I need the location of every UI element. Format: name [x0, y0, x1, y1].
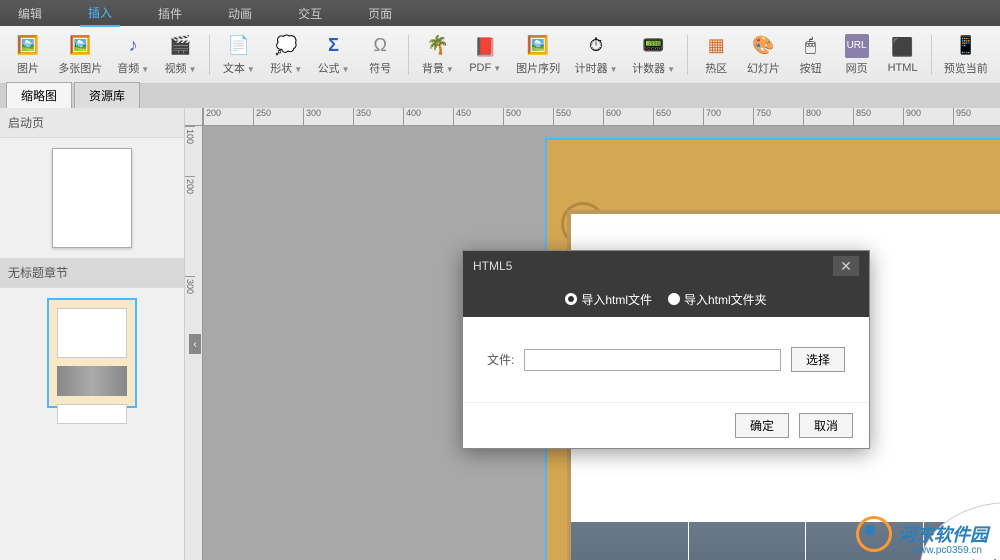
tool-timer[interactable]: ⏱计时器▼	[568, 30, 623, 80]
ruler-horizontal: 200250 300350 400450 500550 600650 70075…	[203, 108, 1000, 126]
menu-bar: 编辑 插入 插件 动画 交互 页面	[0, 0, 1000, 26]
tool-hotspot[interactable]: ▦热区	[694, 30, 738, 80]
tool-background[interactable]: 🌴背景▼	[415, 30, 460, 80]
tool-preview[interactable]: 📱预览当前	[938, 30, 994, 80]
tool-multi-image[interactable]: 🖼️多张图片	[52, 30, 108, 80]
tool-formula[interactable]: Σ公式▼	[311, 30, 356, 80]
menu-page[interactable]: 页面	[360, 1, 400, 26]
toolbar: 🖼️图片 🖼️多张图片 ♪音频▼ 🎬视频▼ 📄文本▼ 💭形状▼ Σ公式▼ Ω符号…	[0, 26, 1000, 84]
tool-pdf[interactable]: 📕PDF▼	[462, 32, 507, 78]
radio-icon	[565, 293, 577, 305]
multi-image-icon: 🖼️	[68, 34, 92, 58]
page-thumb-1[interactable]	[47, 298, 137, 408]
tool-slideshow[interactable]: 🎨幻灯片	[740, 30, 786, 80]
sidebar-section-start: 启动页	[0, 108, 184, 138]
browse-button[interactable]: 选择	[791, 347, 845, 372]
menu-edit[interactable]: 编辑	[10, 1, 50, 26]
preview-icon: 📱	[954, 34, 978, 58]
tab-thumbnails[interactable]: 缩略图	[6, 82, 72, 108]
button-icon: 🖱	[799, 34, 823, 58]
tool-html[interactable]: ⬛HTML	[881, 32, 925, 78]
start-page-thumb[interactable]	[52, 148, 132, 248]
counter-icon: 📟	[642, 34, 666, 58]
ruler-corner	[185, 108, 203, 126]
ok-button[interactable]: 确定	[735, 413, 789, 438]
tab-resources[interactable]: 资源库	[74, 82, 140, 108]
video-icon: 🎬	[169, 34, 193, 58]
tool-symbol[interactable]: Ω符号	[358, 30, 402, 80]
file-path-input[interactable]	[524, 349, 781, 371]
dialog-title-text: HTML5	[473, 259, 512, 273]
sidebar-tabs: 缩略图 资源库	[0, 84, 1000, 108]
slideshow-icon: 🎨	[751, 34, 775, 58]
image-seq-icon: 🖼️	[526, 34, 550, 58]
tool-shape[interactable]: 💭形状▼	[263, 30, 308, 80]
shape-icon: 💭	[274, 34, 298, 58]
radio-import-folder[interactable]: 导入html文件夹	[668, 291, 767, 308]
radio-icon	[668, 293, 680, 305]
file-label: 文件:	[487, 351, 514, 368]
tool-button[interactable]: 🖱按钮	[789, 30, 833, 80]
timer-icon: ⏱	[584, 34, 608, 58]
dialog-titlebar[interactable]: HTML5 ✕	[463, 251, 869, 281]
watermark: 河东软件园 www.pc0359.cn	[856, 516, 988, 552]
tool-video[interactable]: 🎬视频▼	[158, 30, 203, 80]
text-icon: 📄	[227, 34, 251, 58]
cancel-button[interactable]: 取消	[799, 413, 853, 438]
symbol-icon: Ω	[368, 34, 392, 58]
menu-interaction[interactable]: 交互	[290, 1, 330, 26]
formula-icon: Σ	[322, 34, 346, 58]
watermark-url: www.pc0359.cn	[912, 545, 982, 556]
sidebar: 启动页 无标题章节 1	[0, 108, 185, 560]
tool-audio[interactable]: ♪音频▼	[110, 30, 155, 80]
url-icon: URL	[845, 34, 869, 58]
tool-counter[interactable]: 📟计数器▼	[626, 30, 681, 80]
sidebar-section-untitled: 无标题章节	[0, 258, 184, 288]
tool-webpage[interactable]: URL网页	[835, 30, 879, 80]
close-button[interactable]: ✕	[833, 256, 859, 276]
dialog-radio-row: 导入html文件 导入html文件夹	[463, 281, 869, 317]
tool-text[interactable]: 📄文本▼	[216, 30, 261, 80]
html5-dialog: HTML5 ✕ 导入html文件 导入html文件夹 文件: 选择 确定 取消	[462, 250, 870, 449]
tool-image-sequence[interactable]: 🖼️图片序列	[510, 30, 566, 80]
watermark-logo-icon	[856, 516, 892, 552]
menu-insert[interactable]: 插入	[80, 0, 120, 27]
audio-icon: ♪	[121, 34, 145, 58]
scroll-left-button[interactable]: ‹	[189, 334, 201, 354]
menu-plugin[interactable]: 插件	[150, 1, 190, 26]
pdf-icon: 📕	[473, 36, 497, 60]
radio-import-file[interactable]: 导入html文件	[565, 291, 652, 308]
image-icon: 🖼️	[16, 34, 40, 58]
background-icon: 🌴	[426, 34, 450, 58]
menu-animation[interactable]: 动画	[220, 1, 260, 26]
watermark-text: 河东软件园	[898, 521, 988, 547]
hotspot-icon: ▦	[704, 34, 728, 58]
html-icon: ⬛	[891, 36, 915, 60]
tool-image[interactable]: 🖼️图片	[6, 30, 50, 80]
